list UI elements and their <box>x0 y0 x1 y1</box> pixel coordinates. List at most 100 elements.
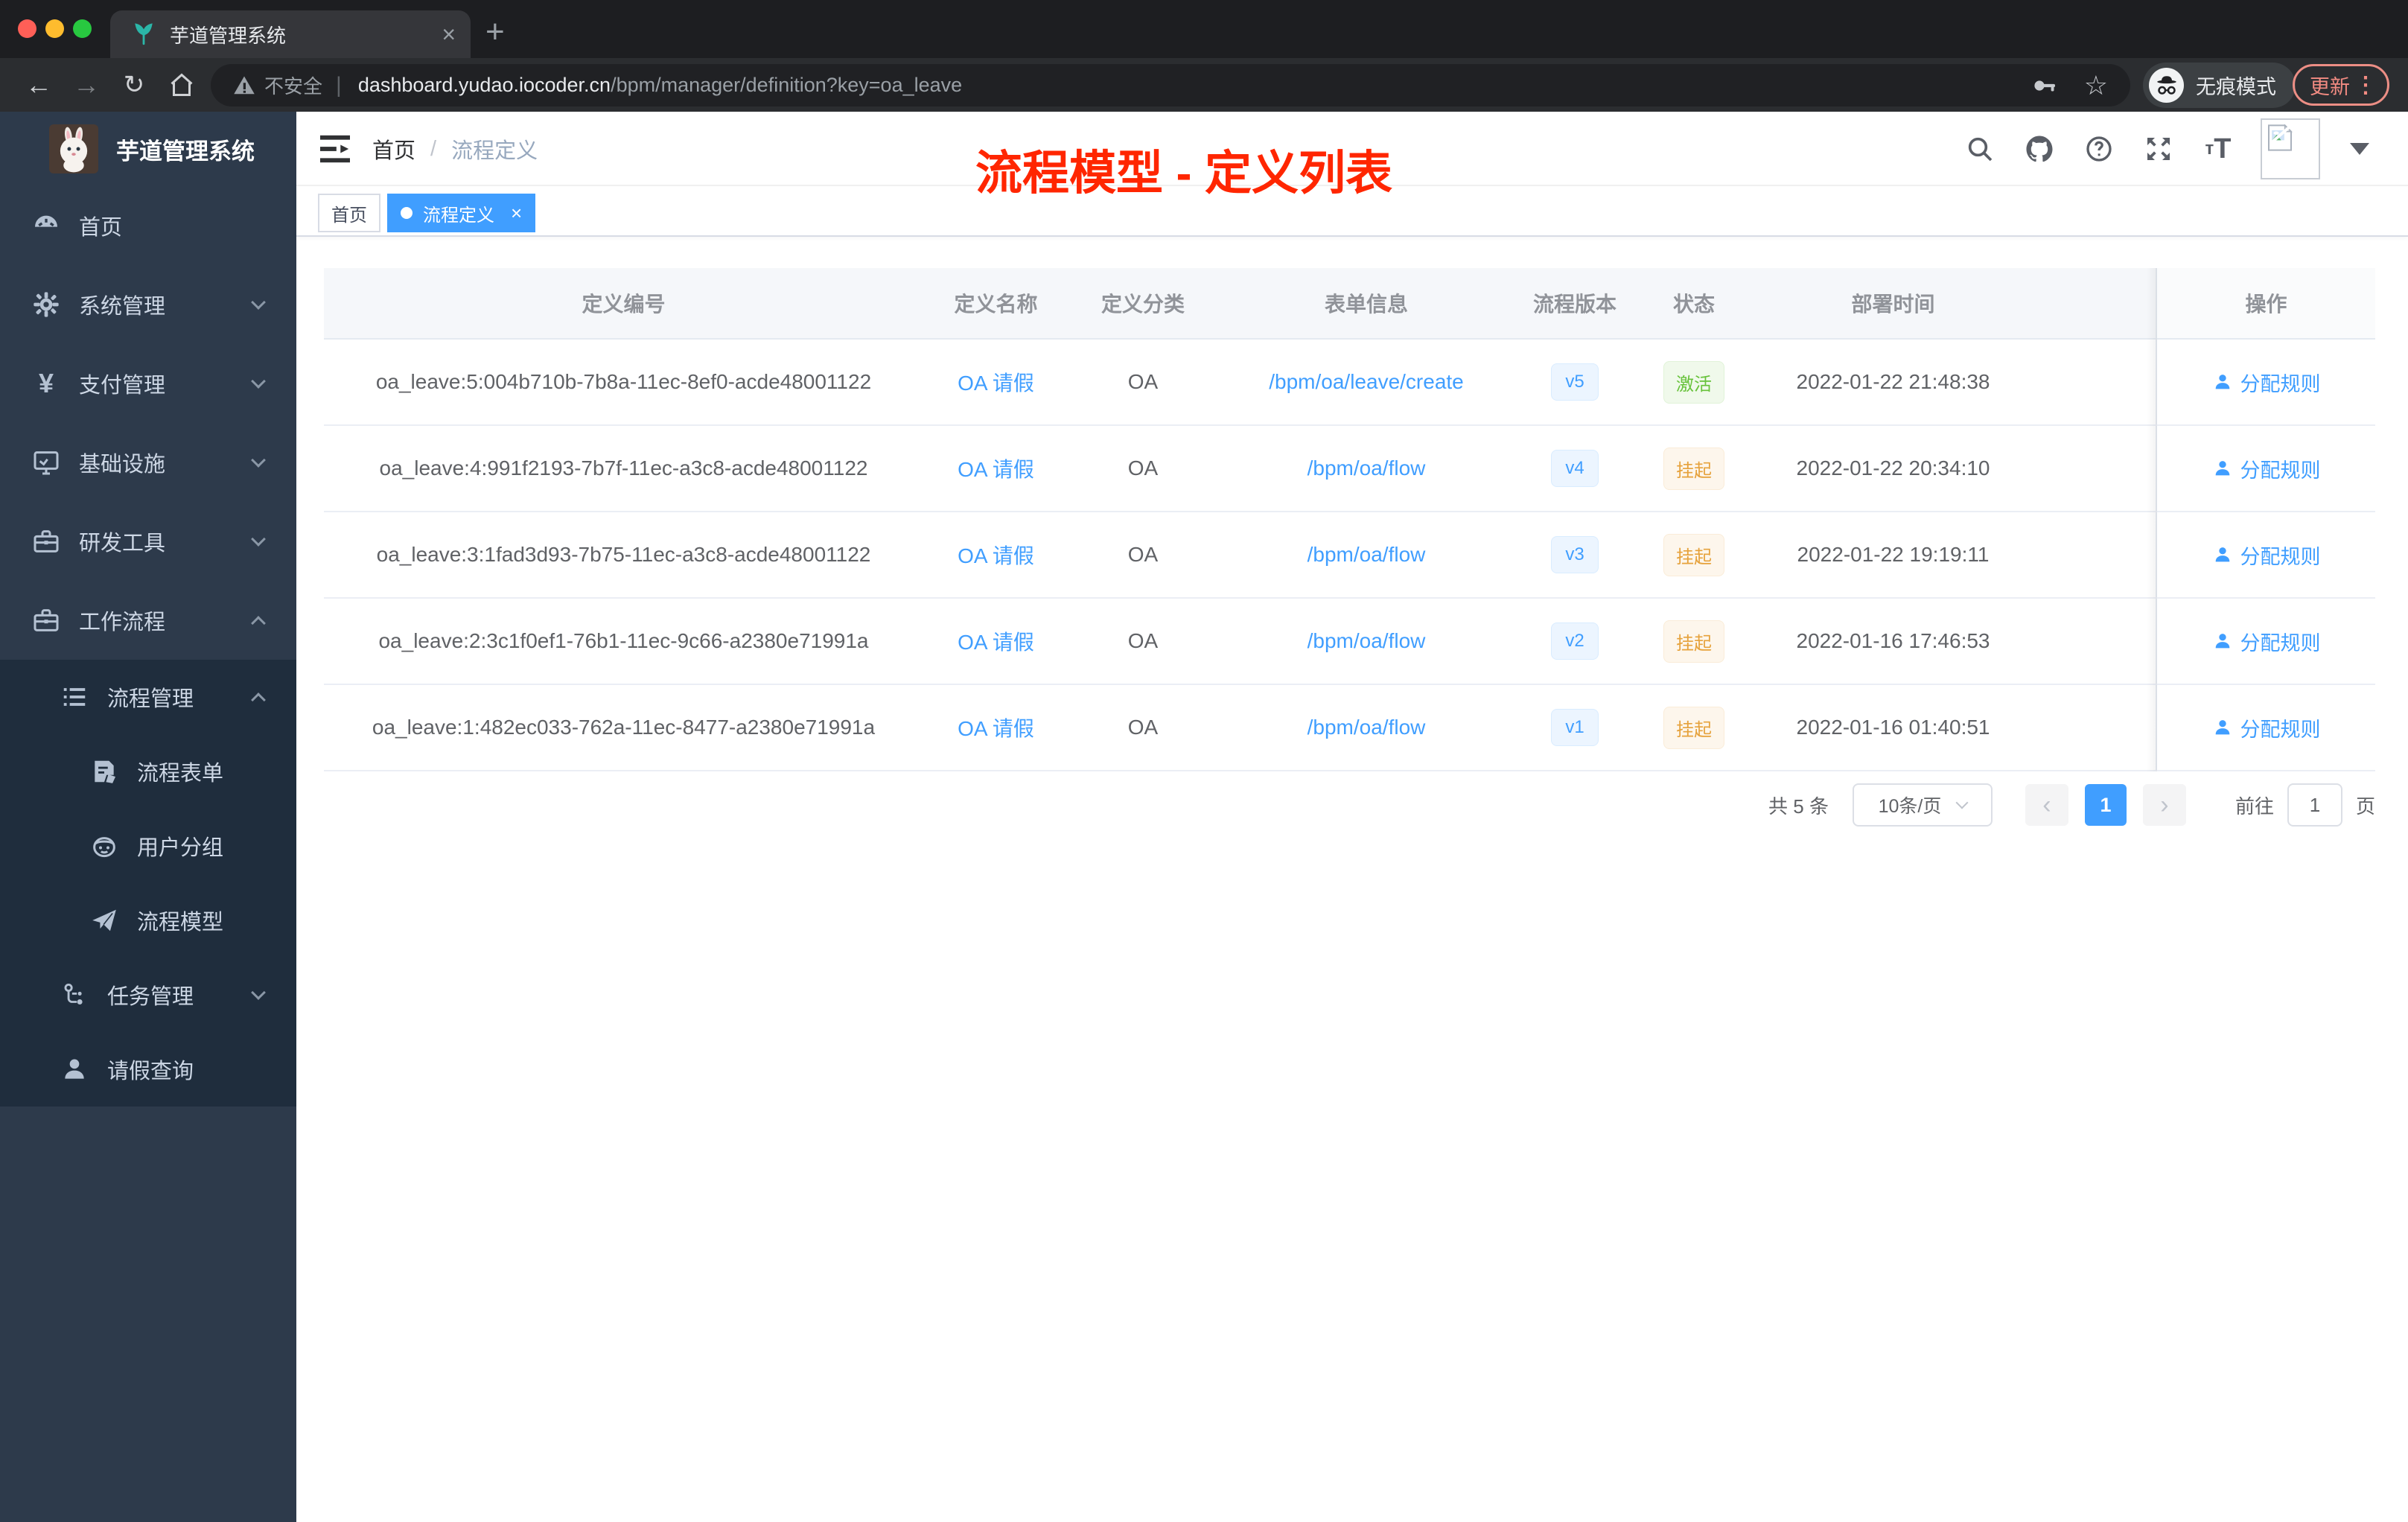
toolbox-icon <box>30 525 63 558</box>
sidebar-logo[interactable]: 芋道管理系统 <box>0 112 296 186</box>
definition-name-link[interactable]: OA 请假 <box>958 453 1034 483</box>
bookmark-star-icon[interactable]: ☆ <box>2084 70 2108 101</box>
tag-home[interactable]: 首页 <box>318 194 380 232</box>
avatar[interactable] <box>2261 118 2320 179</box>
prev-page-button[interactable]: ‹ <box>2025 784 2068 826</box>
definition-name-link[interactable]: OA 请假 <box>958 713 1034 742</box>
assign-rule-link[interactable]: 分配规则 <box>2212 454 2321 483</box>
back-icon[interactable]: ← <box>18 58 60 112</box>
fullscreen-icon[interactable] <box>2141 132 2176 166</box>
screen: 芋道管理系统 × + ← → ↻ 不安全 | dashboard.yudao.i… <box>0 0 2408 1522</box>
assign-rule-link[interactable]: 分配规则 <box>2212 368 2321 397</box>
breadcrumb-home[interactable]: 首页 <box>372 133 415 165</box>
col-header-actions: 操作 <box>2156 268 2375 338</box>
url-separator: | <box>336 72 342 98</box>
sidebar-item-system[interactable]: 系统管理 <box>0 265 296 344</box>
table-row: oa_leave:4:991f2193-7b7f-11ec-a3c8-acde4… <box>324 426 2375 512</box>
sidebar-collapse-icon[interactable] <box>319 134 351 164</box>
github-icon[interactable] <box>2022 132 2057 166</box>
chevron-down-icon <box>251 295 266 310</box>
form-link[interactable]: /bpm/oa/flow <box>1307 629 1426 653</box>
sidebar-item-devtools[interactable]: 研发工具 <box>0 502 296 581</box>
page-size-select[interactable]: 10条/页 <box>1852 783 1993 827</box>
home-icon[interactable] <box>161 58 203 112</box>
next-page-button[interactable]: › <box>2142 784 2186 826</box>
deploy-time: 2022-01-22 21:48:38 <box>1796 370 1990 393</box>
status-badge: 激活 <box>1663 360 1724 404</box>
url-bar[interactable]: 不安全 | dashboard.yudao.iocoder.cn/bpm/man… <box>211 64 2130 106</box>
version-badge: v1 <box>1551 709 1599 746</box>
definition-name-link[interactable]: OA 请假 <box>958 626 1034 656</box>
search-icon[interactable] <box>1963 132 1997 166</box>
dashboard-icon <box>30 209 63 242</box>
deploy-time: 2022-01-16 17:46:53 <box>1796 629 1990 652</box>
form-link[interactable]: /bpm/oa/flow <box>1307 456 1426 480</box>
font-size-icon[interactable]: ᴛT <box>2201 132 2235 166</box>
zoom-window-button[interactable] <box>73 19 92 38</box>
sidebar-item-payment[interactable]: ¥ 支付管理 <box>0 344 296 423</box>
new-tab-button[interactable]: + <box>485 13 505 51</box>
browser-menu-icon[interactable]: ⋮ <box>2354 72 2377 98</box>
briefcase-icon <box>30 604 63 637</box>
monitor-icon <box>30 446 63 479</box>
avatar-dropdown-caret-icon[interactable] <box>2350 143 2369 155</box>
pagination-total: 共 5 条 <box>1768 795 1829 818</box>
assign-rule-link[interactable]: 分配规则 <box>2212 627 2321 656</box>
form-link[interactable]: /bpm/oa/flow <box>1307 716 1426 739</box>
tag-close-icon[interactable]: × <box>511 202 522 225</box>
annotation-overlay-text: 流程模型 - 定义列表 <box>975 147 1392 200</box>
current-page-button[interactable]: 1 <box>2084 784 2127 826</box>
form-link[interactable]: /bpm/oa/leave/create <box>1269 370 1464 394</box>
col-header-filler <box>2033 268 2156 338</box>
sidebar-item-process-model[interactable]: 流程模型 <box>0 883 296 958</box>
browser-update-button[interactable]: 更新 ⋮ <box>2293 64 2389 106</box>
sidebar-item-process-form[interactable]: 流程表单 <box>0 734 296 809</box>
yen-icon: ¥ <box>38 368 54 398</box>
status-badge: 挂起 <box>1663 447 1724 490</box>
browser-tab[interactable]: 芋道管理系统 × <box>110 10 471 58</box>
sidebar: 芋道管理系统 首页 系统管理 ¥ 支付管理 基础设施 研发工具 工作流程 流程管… <box>0 112 296 1522</box>
form-icon <box>88 755 121 788</box>
breadcrumb: 首页 / 流程定义 <box>372 112 538 186</box>
assign-rule-link[interactable]: 分配规则 <box>2212 713 2321 742</box>
user-icon <box>2215 461 2229 476</box>
tag-process-definition[interactable]: 流程定义 × <box>387 194 536 232</box>
table-header-row: 定义编号 定义名称 定义分类 表单信息 流程版本 状态 部署时间 操作 <box>324 268 2375 340</box>
forward-icon[interactable]: → <box>66 58 107 112</box>
col-header-version: 流程版本 <box>1532 293 1617 316</box>
sidebar-item-user-group[interactable]: 用户分组 <box>0 809 296 883</box>
close-window-button[interactable] <box>18 19 36 38</box>
breadcrumb-separator: / <box>430 136 437 161</box>
pagination: 共 5 条 10条/页 ‹ 1 › 前往 页 <box>324 782 2375 828</box>
definition-name-link[interactable]: OA 请假 <box>958 540 1034 570</box>
help-icon[interactable] <box>2082 132 2116 166</box>
reload-icon[interactable]: ↻ <box>113 58 155 112</box>
sidebar-item-infra[interactable]: 基础设施 <box>0 423 296 502</box>
definition-name-link[interactable]: OA 请假 <box>958 367 1034 397</box>
sidebar-item-process-mgmt[interactable]: 流程管理 <box>0 660 296 734</box>
active-tag-dot <box>401 207 413 219</box>
col-header-status: 状态 <box>1672 293 1715 316</box>
tab-close-icon[interactable]: × <box>442 22 456 46</box>
not-secure-warning[interactable]: 不安全 <box>233 71 322 99</box>
chevron-down-icon <box>251 985 266 1000</box>
sidebar-item-workflow[interactable]: 工作流程 <box>0 581 296 660</box>
user-icon <box>2215 375 2229 389</box>
goto-unit: 页 <box>2355 795 2375 818</box>
col-header-form: 表单信息 <box>1324 293 1408 316</box>
minimize-window-button[interactable] <box>45 19 64 38</box>
assign-rule-link[interactable]: 分配规则 <box>2212 541 2321 570</box>
goto-page-input[interactable] <box>2287 783 2342 827</box>
sidebar-item-home[interactable]: 首页 <box>0 186 296 265</box>
sidebar-item-task-mgmt[interactable]: 任务管理 <box>0 958 296 1032</box>
user-icon <box>2215 720 2229 735</box>
sidebar-item-leave-query[interactable]: 请假查询 <box>0 1032 296 1107</box>
form-link[interactable]: /bpm/oa/flow <box>1307 543 1426 567</box>
deploy-time: 2022-01-22 20:34:10 <box>1796 456 1990 480</box>
url-host: dashboard.yudao.iocoder.cn <box>357 74 611 96</box>
url-path: /bpm/manager/definition?key=oa_leave <box>611 74 963 96</box>
definition-id: oa_leave:1:482ec033-762a-11ec-8477-a2380… <box>372 716 876 739</box>
definition-id: oa_leave:3:1fad3d93-7b75-11ec-a3c8-acde4… <box>376 543 871 566</box>
chevron-down-icon <box>251 374 266 389</box>
key-icon[interactable] <box>2030 72 2057 99</box>
